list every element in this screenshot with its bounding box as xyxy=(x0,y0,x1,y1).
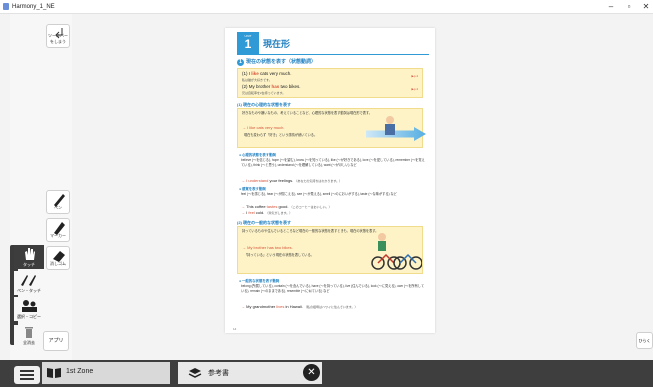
touch-label: タッチ xyxy=(23,262,35,267)
book-icon xyxy=(47,368,61,378)
person-illustration xyxy=(385,116,395,135)
app-icon xyxy=(3,3,9,10)
close-window-icon[interactable]: ✕ xyxy=(641,2,651,11)
select-copy-button[interactable]: 選択・コピー xyxy=(14,297,44,321)
example-1: (1) I like cats very much. 私は猫が大好きです。 xyxy=(242,71,292,82)
touch-mode-button[interactable]: タッチ xyxy=(14,245,44,269)
section-number: 1 xyxy=(237,59,244,66)
tab-reference-label: 参考書 xyxy=(208,370,229,377)
example-1-ref[interactable]: ▶p.4 xyxy=(412,74,418,78)
bullet-2-example-1: → This coffee tastes good. （このコーヒーはおいしい。… xyxy=(241,204,332,209)
pen-touch-icon xyxy=(21,275,36,286)
books-stack-icon xyxy=(188,368,202,378)
clear-all-button[interactable]: 全消去 xyxy=(14,325,44,349)
eraser-button[interactable]: 消しゴム xyxy=(46,246,70,270)
close-tab-icon[interactable]: ✕ xyxy=(303,364,320,381)
tab-reference-book[interactable]: 参考書 xyxy=(178,362,322,384)
subsection-1-example: → I like cats very much. xyxy=(242,125,285,130)
window-title: Harmony_1_NE xyxy=(12,4,55,10)
bullet-3-text: belong (所属している), contain (～を含んでいる), have… xyxy=(241,284,425,293)
eraser-label: 消しゴム xyxy=(50,261,66,266)
marker-button[interactable]: マーカー xyxy=(46,218,70,242)
example-1-jp: 私は猫が大好きです。 xyxy=(242,78,272,82)
bullet-3-heading: ● 一般的な状態を表す動詞 xyxy=(239,279,280,283)
marker-label: マーカー xyxy=(50,233,66,238)
bullet-1-example: → I understand your feelings. （あなたの気持ちはわ… xyxy=(241,178,343,183)
bike-illustration xyxy=(371,233,422,270)
minimize-icon[interactable]: – xyxy=(606,2,616,11)
subsection-2-box: 持っているものや住んでいるところなど現在の一般的な状態を表すときも、現在の状態を… xyxy=(237,226,423,274)
hide-toolbar-label: ツールバーをしまう xyxy=(48,33,68,44)
tab-1st-zone-label: 1st Zone xyxy=(66,368,94,375)
users-icon xyxy=(22,300,37,312)
bullet-2-heading: ● 感覚を表す動詞 xyxy=(239,187,266,191)
subsection-2-example-jp: 「持っている」という現在の状態を表している。 xyxy=(244,253,314,257)
hide-toolbar-button[interactable]: ツールバーをしまう xyxy=(46,24,70,48)
open-button[interactable]: ひらく xyxy=(636,332,653,349)
unit-number: 1 xyxy=(244,37,252,51)
unit-badge: UNIT 1 xyxy=(237,32,259,54)
maximize-icon[interactable]: ▫ xyxy=(624,2,634,11)
bullet-2-text: feel (～を感じる), hear (～が聞こえる), see (～が見える)… xyxy=(241,192,397,196)
example-2-jp: 兄は自転車を2台持っています。 xyxy=(242,91,286,95)
unit-divider xyxy=(237,54,429,55)
page-number: 14 xyxy=(233,327,237,331)
pen-touch-label: ペン・タッチ xyxy=(17,288,41,293)
bullet-2-example-2: → I feel cold. （寒気がします。） xyxy=(241,210,293,215)
section-heading: 1 現在の状態を表す（状態動詞） xyxy=(237,58,316,66)
pen-button[interactable]: ペン xyxy=(46,190,70,214)
textbook-page[interactable]: UNIT 1 現在形 1 現在の状態を表す（状態動詞） (1) I like ca… xyxy=(225,28,435,333)
bullet-1-text: believe (～を信じる), hope (～を望む), know (～を知っ… xyxy=(241,158,425,167)
tab-1st-zone[interactable]: 1st Zone xyxy=(42,362,170,384)
hamburger-icon xyxy=(20,370,34,372)
app-window: Harmony_1_NE – ▫ ✕ ツールバーをしまう ペン マーカー 消しゴ… xyxy=(0,0,653,387)
example-2: (2) My brother has two bikes. 兄は自転車を2台持っ… xyxy=(242,84,301,95)
unit-title: 現在形 xyxy=(263,39,291,49)
select-copy-label: 選択・コピー xyxy=(17,314,41,319)
bullet-1-heading: ● 心理的状態を表す動詞 xyxy=(239,153,276,157)
pen-touch-mode-button[interactable]: ペン・タッチ xyxy=(14,271,44,295)
example-2-ref[interactable]: ▶p.4 xyxy=(412,87,418,91)
bullet-3-example: → My grandmother lives in Hawaii. （私の祖母は… xyxy=(241,304,358,309)
subsection-2-example: → My brother has two bikes. xyxy=(242,245,293,250)
hand-icon xyxy=(25,248,35,260)
title-bar: Harmony_1_NE – ▫ ✕ xyxy=(0,0,653,14)
pen-label: ペン xyxy=(54,205,62,210)
section-title: 現在の状態を表す（状態動詞） xyxy=(246,59,317,65)
trash-icon xyxy=(25,327,33,338)
apps-button[interactable]: アプリ xyxy=(43,331,69,351)
menu-button[interactable] xyxy=(14,366,40,384)
mode-tools: タッチ ペン・タッチ 選択・コピー 全消去 xyxy=(14,245,44,349)
subsection-1-example-jp: 現在も変わらず「好き」という感情が続いている。 xyxy=(244,133,318,137)
example-box: (1) I like cats very much. 私は猫が大好きです。 ▶p… xyxy=(237,68,423,98)
subsection-1-box: 好きなものや嫌いなもの、考えていることなど、心理的な状態を表す動詞は現在形で表す… xyxy=(237,108,426,148)
clear-all-label: 全消去 xyxy=(23,340,35,345)
